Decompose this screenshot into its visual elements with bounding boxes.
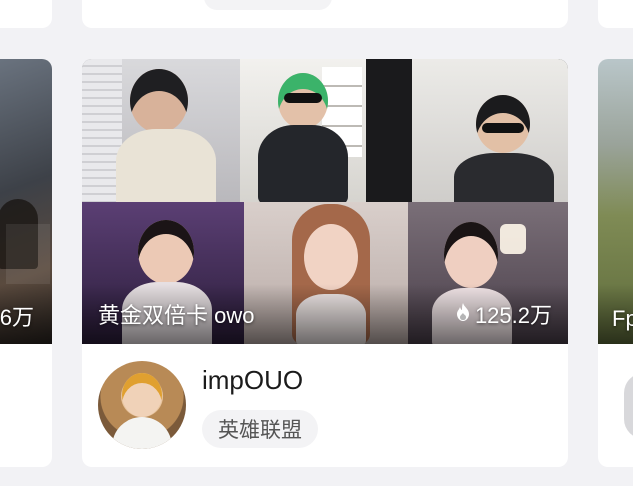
cam4-head bbox=[138, 220, 194, 284]
viewer-count-group: 125.2万 bbox=[455, 298, 552, 330]
cam1-head bbox=[130, 69, 188, 133]
left-viewer-count: 6万 bbox=[0, 305, 34, 330]
category-tag[interactable]: 英雄联盟 bbox=[202, 410, 318, 448]
cam3-body bbox=[454, 153, 554, 202]
stream-overlay-title: 黄金双倍卡 owo bbox=[98, 303, 255, 328]
top-card-right-partial[interactable] bbox=[598, 0, 633, 28]
cam6-lamp bbox=[500, 224, 526, 254]
streamer-name[interactable]: impOUO bbox=[202, 365, 303, 396]
avatar[interactable] bbox=[98, 361, 186, 449]
cam2-body bbox=[258, 125, 348, 202]
left-stream-card[interactable]: 6万 bbox=[0, 59, 52, 467]
top-card-center-partial[interactable] bbox=[82, 0, 568, 28]
cam1-body bbox=[116, 129, 216, 202]
flame-icon bbox=[455, 302, 471, 327]
tag-partial bbox=[204, 0, 332, 10]
right-card-avatar-partial bbox=[624, 373, 633, 439]
cam3-dark-panel bbox=[366, 59, 412, 202]
cam3-sunglasses bbox=[482, 123, 524, 133]
right-overlay-title: Fp bbox=[612, 306, 633, 331]
top-card-left-partial[interactable] bbox=[0, 0, 52, 28]
cam-cell-3 bbox=[366, 59, 568, 202]
stream-card[interactable]: 黄金双倍卡 owo 125.2万 impOUO 英雄联盟 bbox=[82, 59, 568, 467]
cam6-head bbox=[444, 222, 498, 288]
cam2-sunglasses bbox=[284, 93, 322, 103]
left-stream-thumbnail: 6万 bbox=[0, 59, 52, 344]
avatar-head bbox=[122, 373, 162, 417]
right-stream-thumbnail: Fp bbox=[598, 59, 633, 344]
cam-cell-1 bbox=[82, 59, 240, 202]
stream-thumbnail[interactable]: 黄金双倍卡 owo 125.2万 bbox=[82, 59, 568, 344]
cam-cell-2 bbox=[240, 59, 366, 202]
viewer-count: 125.2万 bbox=[474, 303, 552, 328]
avatar-body bbox=[112, 417, 172, 449]
right-stream-card[interactable]: Fp bbox=[598, 59, 633, 467]
cam5-head bbox=[304, 224, 358, 290]
left-thumb-text-overlay bbox=[6, 224, 50, 284]
